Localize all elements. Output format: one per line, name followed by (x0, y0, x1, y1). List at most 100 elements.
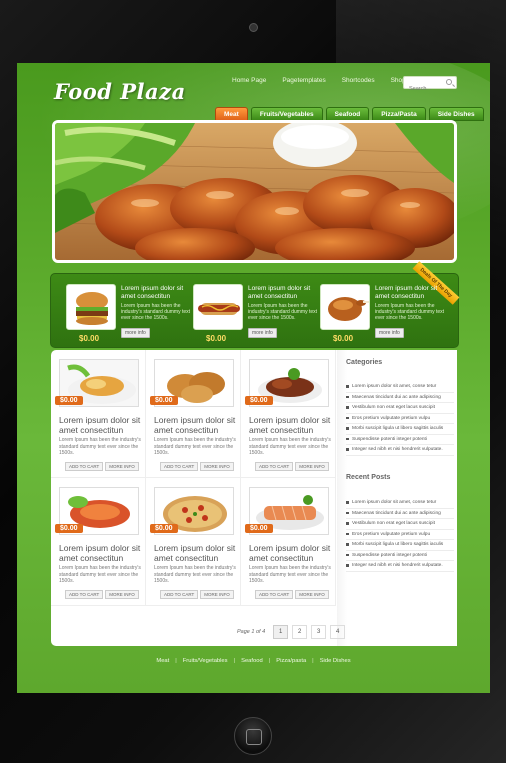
product-card: $0.00 Lorem ipsum dolor sit amet consect… (241, 478, 336, 606)
footer-link-side-dishes[interactable]: Side Dishes (314, 658, 357, 664)
price-tag: $0.00 (150, 396, 178, 405)
nav-home-page[interactable]: Home Page (224, 77, 274, 84)
category-link[interactable]: Maecenas tincidunt dui ac ante adipiscin… (346, 393, 454, 403)
nav-shortcodes[interactable]: Shortcodes (334, 77, 383, 84)
product-desc: Lorem Ipsum has been the industry's stan… (249, 565, 331, 584)
more-info-button[interactable]: MORE INFO (295, 462, 329, 471)
recent-post-link[interactable]: Maecenas tincidunt dui ac ante adipiscin… (346, 509, 454, 519)
featured-price: $0.00 (333, 334, 354, 343)
product-desc: Lorem Ipsum has been the industry's stan… (59, 437, 141, 456)
tab-fruits-vegetables[interactable]: Fruits/Vegetables (250, 107, 323, 121)
product-actions: ADD TO CART MORE INFO (255, 462, 329, 471)
product-title[interactable]: Lorem ipsum dolor sit amet consectitun (59, 415, 143, 435)
product-desc: Lorem Ipsum has been the industry's stan… (154, 437, 236, 456)
search-icon[interactable] (446, 79, 452, 85)
price-tag: $0.00 (245, 396, 273, 405)
tablet-device: Food Plaza Home Page Pagetemplates Short… (0, 0, 506, 763)
recent-post-link[interactable]: Eros pretium vulputate pretium vulpu (346, 530, 454, 540)
add-to-cart-button[interactable]: ADD TO CART (160, 462, 199, 471)
featured-text: Lorem ipsum dolor sit amet consectitun L… (375, 285, 447, 339)
tab-seafood[interactable]: Seafood (325, 107, 370, 121)
featured-title[interactable]: Lorem ipsum dolor sit amet consectitun (375, 285, 447, 301)
featured-title[interactable]: Lorem ipsum dolor sit amet consectitun (121, 285, 193, 301)
product-title[interactable]: Lorem ipsum dolor sit amet consectitun (154, 415, 238, 435)
categories-title: Categories (346, 359, 383, 366)
page-2-button[interactable]: 2 (292, 625, 308, 639)
category-link[interactable]: Lorem ipsum dolor sit amet, conse tetur (346, 382, 454, 393)
add-to-cart-button[interactable]: ADD TO CART (160, 590, 199, 599)
product-desc: Lorem Ipsum has been the industry's stan… (59, 565, 141, 584)
search-input[interactable] (404, 83, 442, 95)
featured-title[interactable]: Lorem ipsum dolor sit amet consectitun (248, 285, 320, 301)
page-1-button[interactable]: 1 (273, 625, 289, 639)
category-tabs: Meat Fruits/Vegetables Seafood Pizza/Pas… (215, 107, 484, 121)
category-link[interactable]: Suspendisse potenti integer potenti (346, 435, 454, 445)
featured-item: Lorem ipsum dolor sit amet consectitun L… (193, 284, 318, 344)
site-logo[interactable]: Food Plaza (54, 79, 186, 104)
category-link[interactable]: Vestibulum non erat eget lacus suscipit (346, 403, 454, 414)
footer-link-meat[interactable]: Meat (150, 658, 175, 664)
footer-link-pizza-pasta[interactable]: Pizza/pasta (270, 658, 312, 664)
more-info-button[interactable]: more info (121, 328, 150, 338)
more-info-button[interactable]: more info (248, 328, 277, 338)
recent-post-link[interactable]: Integer sed nibh et nisi hendrerit vulpu… (346, 561, 454, 572)
product-desc: Lorem Ipsum has been the industry's stan… (249, 437, 331, 456)
tab-meat[interactable]: Meat (215, 107, 248, 121)
category-link[interactable]: Morbi suscipit ligula ut libero sagittis… (346, 424, 454, 435)
featured-item: Lorem ipsum dolor sit amet consectitun L… (320, 284, 445, 344)
product-actions: ADD TO CART MORE INFO (65, 590, 139, 599)
category-link[interactable]: Integer sed nibh et nisi hendrerit vulpu… (346, 445, 454, 456)
search-box (403, 76, 457, 95)
more-info-button[interactable]: MORE INFO (200, 590, 234, 599)
category-link[interactable]: Eros pretium vulputate pretium vulpu (346, 414, 454, 424)
recent-post-link[interactable]: Lorem ipsum dolor sit amet, conse tetur (346, 498, 454, 509)
featured-price: $0.00 (206, 334, 227, 343)
product-actions: ADD TO CART MORE INFO (255, 590, 329, 599)
more-info-button[interactable]: MORE INFO (295, 590, 329, 599)
front-camera (249, 23, 258, 32)
price-tag: $0.00 (55, 524, 83, 533)
product-card: $0.00 Lorem ipsum dolor sit amet consect… (241, 350, 336, 478)
add-to-cart-button[interactable]: ADD TO CART (65, 590, 104, 599)
page-info: Page 1 of 4 (237, 629, 266, 635)
content-panel: $0.00 Lorem ipsum dolor sit amet consect… (51, 350, 457, 646)
nav-pagetemplates[interactable]: Pagetemplates (274, 77, 333, 84)
product-actions: ADD TO CART MORE INFO (65, 462, 139, 471)
more-info-button[interactable]: more info (375, 328, 404, 338)
featured-item: Lorem ipsum dolor sit amet consectitun L… (66, 284, 191, 344)
hotdog-icon[interactable] (193, 284, 243, 330)
recent-posts-list: Lorem ipsum dolor sit amet, conse tetur … (346, 498, 454, 572)
page-4-button[interactable]: 4 (330, 625, 346, 639)
price-tag: $0.00 (150, 524, 178, 533)
product-title[interactable]: Lorem ipsum dolor sit amet consectitun (249, 543, 333, 563)
product-title[interactable]: Lorem ipsum dolor sit amet consectitun (249, 415, 333, 435)
product-card: $0.00 Lorem ipsum dolor sit amet consect… (146, 350, 241, 478)
recent-post-link[interactable]: Vestibulum non erat eget lacus suscipit (346, 519, 454, 530)
recent-posts-title: Recent Posts (346, 474, 391, 481)
tab-side-dishes[interactable]: Side Dishes (428, 107, 484, 121)
product-actions: ADD TO CART MORE INFO (160, 462, 234, 471)
product-title[interactable]: Lorem ipsum dolor sit amet consectitun (154, 543, 238, 563)
product-desc: Lorem Ipsum has been the industry's stan… (154, 565, 236, 584)
add-to-cart-button[interactable]: ADD TO CART (255, 462, 294, 471)
featured-text: Lorem ipsum dolor sit amet consectitun L… (248, 285, 320, 339)
home-button[interactable] (234, 717, 272, 755)
add-to-cart-button[interactable]: ADD TO CART (65, 462, 104, 471)
featured-desc: Lorem Ipsum has been the industry's stan… (121, 303, 191, 321)
recent-post-link[interactable]: Morbi suscipit ligula ut libero sagittis… (346, 540, 454, 551)
product-title[interactable]: Lorem ipsum dolor sit amet consectitun (59, 543, 143, 563)
footer-nav: Meat | Fruits/Vegetables | Seafood | Pizza/pas… (17, 658, 490, 664)
more-info-button[interactable]: MORE INFO (200, 462, 234, 471)
tab-pizza-pasta[interactable]: Pizza/Pasta (372, 107, 426, 121)
more-info-button[interactable]: MORE INFO (105, 590, 139, 599)
recent-post-link[interactable]: Suspendisse potenti integer potenti (346, 551, 454, 561)
add-to-cart-button[interactable]: ADD TO CART (255, 590, 294, 599)
footer-link-fruits-vegetables[interactable]: Fruits/Vegetables (177, 658, 234, 664)
roast-chicken-icon[interactable] (320, 284, 370, 330)
more-info-button[interactable]: MORE INFO (105, 462, 139, 471)
website-screen: Food Plaza Home Page Pagetemplates Short… (17, 63, 490, 693)
page-3-button[interactable]: 3 (311, 625, 327, 639)
footer-link-seafood[interactable]: Seafood (235, 658, 269, 664)
burger-icon[interactable] (66, 284, 116, 330)
sidebar: Categories Lorem ipsum dolor sit amet, c… (337, 350, 457, 646)
